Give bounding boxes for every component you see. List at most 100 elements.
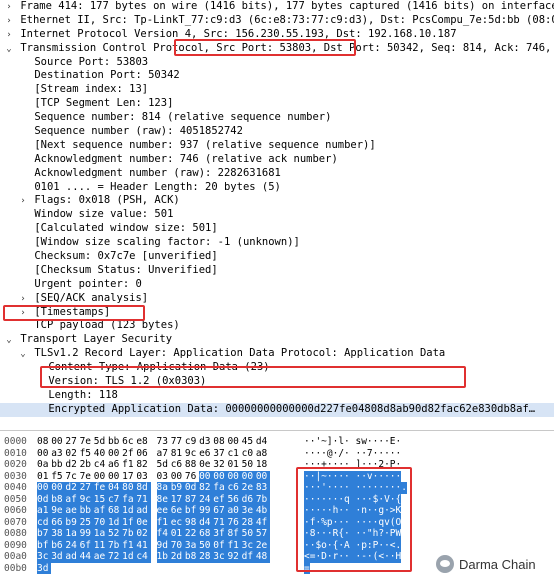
hex-byte[interactable]: 7c <box>65 471 79 483</box>
hex-byte[interactable]: 32 <box>213 459 227 471</box>
hex-byte[interactable]: 1f <box>122 516 137 528</box>
hex-byte[interactable]: 15 <box>93 493 108 505</box>
tree-row[interactable]: › Internet Protocol Version 4, Src: 156.… <box>0 28 554 42</box>
hex-byte[interactable]: e8 <box>136 436 150 448</box>
expand-chevron-icon[interactable]: › <box>4 15 14 28</box>
hex-byte[interactable]: 48 <box>255 551 270 563</box>
hex-byte[interactable]: 8a <box>156 482 171 494</box>
hex-byte[interactable]: c4 <box>136 551 151 563</box>
hex-byte[interactable]: 00 <box>37 448 51 460</box>
hex-byte[interactable]: 02 <box>136 528 151 540</box>
expand-chevron-icon[interactable]: › <box>18 307 28 320</box>
hex-byte[interactable]: 2d <box>170 551 185 563</box>
hex-byte[interactable]: bb <box>79 505 94 517</box>
hex-byte[interactable]: 22 <box>184 528 200 540</box>
hex-byte[interactable]: 01 <box>227 459 241 471</box>
tree-row[interactable]: Window size value: 501 <box>0 208 554 222</box>
hex-byte[interactable]: 5d <box>94 436 108 448</box>
hex-byte[interactable]: 00 <box>213 470 228 482</box>
hex-byte[interactable]: 40 <box>94 448 108 460</box>
hex-byte[interactable]: 00 <box>51 482 66 494</box>
hex-row[interactable]: 0050 0d b8 af 9c 15 c7 fa 71 8e 17 87 24 ef 56 d6 7b ····… <box>0 493 554 505</box>
hex-byte[interactable]: 0d <box>37 493 52 505</box>
hex-byte[interactable]: a3 <box>51 448 65 460</box>
hex-row[interactable]: 0080 b7 38 1a 99 1a 52 7b 02 f4 01 22 68 3f 8f 50 57·8··… <box>0 528 554 540</box>
hex-row[interactable]: 0090 bf b6 24 6f 11 7b f1 41 9d 70 3a 50 0f f1 3c 2e ··$o… <box>0 539 554 551</box>
hex-byte[interactable]: 7b <box>107 539 123 551</box>
collapse-chevron-icon[interactable]: ⌄ <box>4 334 14 347</box>
tree-row[interactable]: ⌄ TLSv1.2 Record Layer: Application Data… <box>0 347 554 361</box>
hex-byte[interactable]: 81 <box>171 448 185 460</box>
hex-byte[interactable]: bf <box>37 539 52 551</box>
hex-byte[interactable]: c6 <box>227 482 242 494</box>
hex-byte[interactable]: 00 <box>51 436 65 448</box>
hex-byte[interactable]: d2 <box>65 459 79 471</box>
hex-byte[interactable]: ec <box>170 516 185 528</box>
hex-row[interactable]: 0010 00 a3 02 f5 40 00 2f 06 a7 81 9c e6 37 c1 c0 a8 ····… <box>0 448 554 460</box>
hex-byte[interactable]: 2e <box>255 539 270 551</box>
hex-byte[interactable]: 9e <box>51 505 66 517</box>
hex-byte[interactable]: af <box>93 505 108 517</box>
tree-row[interactable]: [TCP Segment Len: 123] <box>0 97 554 111</box>
hex-byte[interactable]: 6f <box>79 539 94 551</box>
hex-byte[interactable]: 17 <box>170 493 185 505</box>
hex-byte[interactable]: 3d <box>51 551 66 563</box>
tree-row[interactable]: [Next sequence number: 937 (relative seq… <box>0 139 554 153</box>
hex-byte[interactable]: a0 <box>227 505 242 517</box>
hex-byte[interactable]: b9 <box>170 482 185 494</box>
hex-byte[interactable]: 02 <box>65 448 79 460</box>
hex-byte[interactable]: fa <box>122 493 137 505</box>
tree-row[interactable]: › Flags: 0x018 (PSH, ACK) <box>0 194 554 208</box>
hex-byte[interactable]: 2f <box>122 448 136 460</box>
hex-byte[interactable]: 1d <box>107 516 123 528</box>
tree-row[interactable]: › Frame 414: 177 bytes on wire (1416 bit… <box>0 0 554 14</box>
hex-byte[interactable]: 99 <box>79 528 94 540</box>
hex-byte[interactable]: 18 <box>256 459 270 471</box>
hex-row[interactable]: 0070 cd 66 b9 25 70 1d 1f 0e f1 ec 98 d4 71 76 28 4f ·f·%… <box>0 516 554 528</box>
hex-byte[interactable]: 6c <box>122 436 136 448</box>
hex-byte[interactable]: 00 <box>94 471 108 483</box>
hex-byte[interactable]: e6 <box>199 448 213 460</box>
hex-byte[interactable]: 0e <box>136 516 151 528</box>
tree-row[interactable]: 0101 .... = Header Length: 20 bytes (5) <box>0 181 554 195</box>
hex-byte[interactable]: 04 <box>107 482 123 494</box>
hex-byte[interactable]: 3f <box>213 528 228 540</box>
tree-row[interactable]: Acknowledgment number: 746 (relative ack… <box>0 153 554 167</box>
hex-byte[interactable]: 1a <box>93 528 108 540</box>
hex-byte[interactable]: bb <box>108 436 122 448</box>
hex-byte[interactable]: c9 <box>185 436 199 448</box>
hex-byte[interactable]: 68 <box>199 528 214 540</box>
hex-byte[interactable]: 66 <box>51 516 66 528</box>
hex-byte[interactable]: f1 <box>227 539 242 551</box>
hex-byte[interactable]: 38 <box>51 528 66 540</box>
hex-byte[interactable]: 68 <box>107 505 123 517</box>
hex-row[interactable]: 0030 01 f5 7c 7e 00 00 17 03 03 00 76 00 00 00 00 00 ··|~… <box>0 470 554 483</box>
hex-byte[interactable]: 70 <box>93 516 108 528</box>
hex-byte[interactable]: 4b <box>255 505 270 517</box>
hex-byte[interactable]: 2b <box>80 459 94 471</box>
hex-byte[interactable]: b6 <box>51 539 66 551</box>
hex-byte[interactable]: 7e <box>80 436 94 448</box>
hex-byte[interactable]: 71 <box>213 516 228 528</box>
hex-byte[interactable]: 0a <box>37 459 51 471</box>
tree-row[interactable]: Version: TLS 1.2 (0x0303) <box>0 375 554 389</box>
hex-byte[interactable]: 3c <box>213 551 228 563</box>
hex-byte[interactable]: 03 <box>136 471 150 483</box>
tree-row[interactable]: Sequence number (raw): 4051852742 <box>0 125 554 139</box>
hex-byte[interactable]: 71 <box>136 493 151 505</box>
hex-byte[interactable]: 00 <box>227 436 241 448</box>
hex-byte[interactable]: 7b <box>255 493 270 505</box>
hex-byte[interactable]: 9c <box>185 448 199 460</box>
hex-byte[interactable]: d4 <box>199 516 214 528</box>
hex-byte[interactable]: 0e <box>199 459 213 471</box>
hex-byte[interactable]: 27 <box>79 482 94 494</box>
tree-row[interactable]: ⌄ Transmission Control Protocol, Src Por… <box>0 42 554 56</box>
hex-byte[interactable]: 28 <box>199 551 214 563</box>
hex-byte[interactable]: 3d <box>37 562 52 574</box>
hex-byte[interactable]: 9c <box>79 493 94 505</box>
tree-row[interactable]: [Window size scaling factor: -1 (unknown… <box>0 236 554 250</box>
hex-byte[interactable]: 11 <box>93 539 108 551</box>
hex-byte[interactable]: a8 <box>256 448 270 460</box>
hex-byte[interactable]: 80 <box>122 482 137 494</box>
hex-byte[interactable]: 08 <box>213 436 227 448</box>
